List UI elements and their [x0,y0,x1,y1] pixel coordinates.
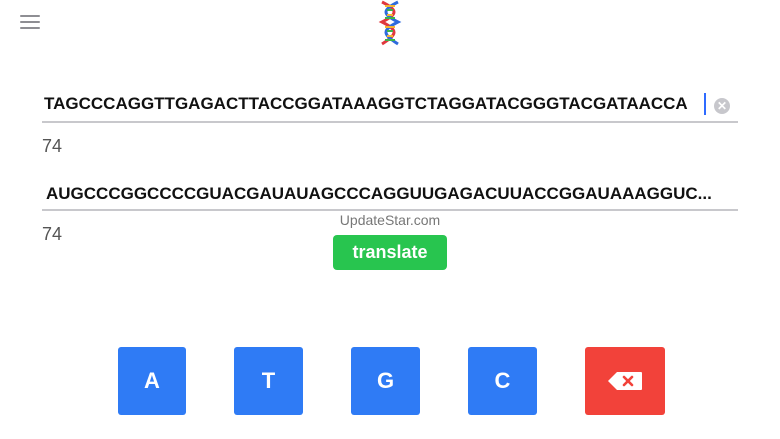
key-g-button[interactable]: G [351,347,420,415]
dna-sequence-text: TAGCCCAGGTTGAGACTTACCGGATAAAGGTCTAGGATAC… [44,94,688,113]
watermark: UpdateStar.com [339,212,441,228]
rna-output: AUGCCCGGCCCCGUACGAUAUAGCCCAGGUUGAGACUUAC… [42,178,738,211]
menu-icon[interactable] [20,13,40,31]
clear-circle-icon[interactable]: ✕ [714,98,730,114]
dna-helix-icon [378,0,402,46]
backspace-icon [608,372,642,390]
key-t-button[interactable]: T [234,347,303,415]
key-a-button[interactable]: A [118,347,186,415]
text-caret [704,93,706,115]
dna-length-count: 74 [42,136,63,156]
translate-button[interactable]: translate [333,235,447,270]
key-c-button[interactable]: C [468,347,537,415]
rna-length-count: 74 [42,224,63,244]
delete-key-button[interactable] [585,347,665,415]
rna-sequence-text: AUGCCCGGCCCCGUACGAUAUAGCCCAGGUUGAGACUUAC… [46,184,712,203]
app-screen: TAGCCCAGGTTGAGACTTACCGGATAAAGGTCTAGGATAC… [0,0,780,439]
dna-input[interactable]: TAGCCCAGGTTGAGACTTACCGGATAAAGGTCTAGGATAC… [42,90,738,123]
